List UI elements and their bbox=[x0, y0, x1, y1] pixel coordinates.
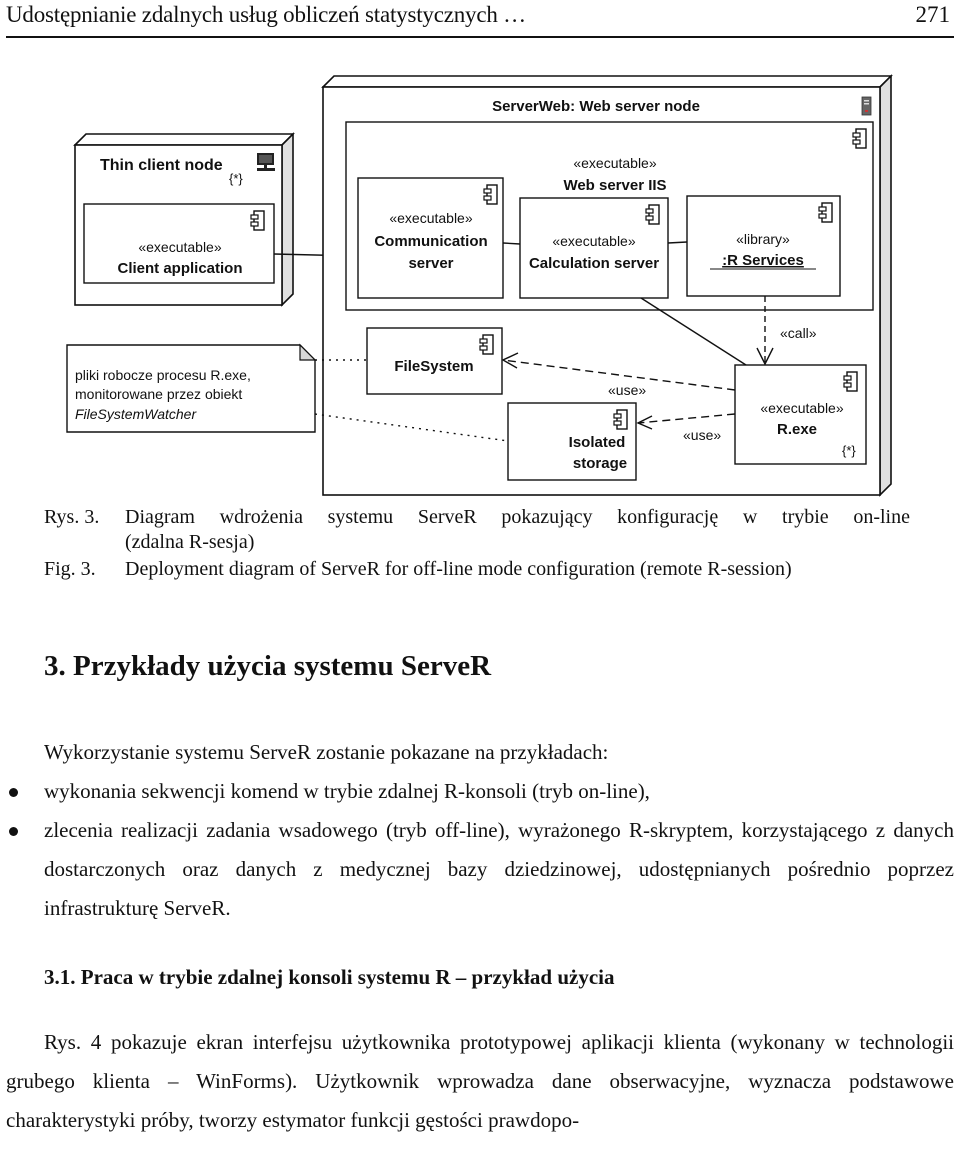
note-line2: monitorowane przez obiekt bbox=[75, 386, 242, 402]
deployment-diagram: Thin client node {*} «executable» Client… bbox=[66, 74, 893, 497]
bullet-icon bbox=[9, 827, 18, 836]
note-line3: FileSystemWatcher bbox=[75, 406, 197, 422]
use-label-isolated-storage: «use» bbox=[683, 427, 721, 443]
server-web-node: ServerWeb: Web server node «executable» … bbox=[321, 74, 893, 497]
web-server-name: Web server IIS bbox=[563, 177, 666, 194]
page-number: 271 bbox=[915, 2, 951, 27]
r-services-name: :R Services bbox=[722, 252, 804, 269]
caption-en: Fig. 3. Deployment diagram of ServeR for… bbox=[44, 557, 924, 583]
r-exe-component: «executable» R.exe {*} bbox=[734, 364, 867, 465]
bullet-item: zlecenia realizacji zadania wsadowego (t… bbox=[0, 811, 960, 931]
isolated-storage-name-line1: Isolated bbox=[569, 434, 626, 451]
calculation-server-stereotype: «executable» bbox=[552, 233, 636, 249]
bullet-item: wykonania sekwencji komend w trybie zdal… bbox=[0, 772, 960, 812]
r-services-component: «library» :R Services bbox=[686, 195, 841, 297]
bullet-icon bbox=[9, 788, 18, 797]
caption-pl-line1: Diagram wdrożenia systemu ServeR pokazuj… bbox=[125, 506, 910, 528]
calculation-server-name: Calculation server bbox=[529, 255, 659, 272]
bullet-text: wykonania sekwencji komend w trybie zdal… bbox=[44, 779, 650, 803]
calc-rservices-link bbox=[667, 241, 688, 244]
section-heading: 3. Przykłady użycia systemu ServeR bbox=[44, 650, 492, 682]
comm-calc-link bbox=[502, 242, 521, 245]
caption-pl-label: Rys. 3. bbox=[44, 506, 100, 528]
note: pliki robocze procesu R.exe, monitorowan… bbox=[66, 343, 317, 433]
body-paragraph: Rys. 4 pokazuje ekran interfejsu użytkow… bbox=[6, 1030, 954, 1132]
isolated-storage-component: Isolated storage bbox=[507, 402, 637, 481]
caption-en-label: Fig. 3. bbox=[44, 558, 96, 580]
calculation-server-component: «executable» Calculation server bbox=[519, 197, 669, 299]
communication-server-name-line1: Communication bbox=[374, 233, 487, 250]
client-application-component: «executable» Client application bbox=[83, 203, 275, 284]
web-server-iis-component: «executable» Web server IIS «executable»… bbox=[345, 121, 874, 311]
communication-server-component: «executable» Communication server bbox=[357, 177, 504, 299]
server-tower-icon bbox=[861, 96, 872, 116]
computer-icon bbox=[257, 153, 275, 171]
client-application-stereotype: «executable» bbox=[138, 239, 222, 255]
thin-client-node-title: Thin client node bbox=[100, 157, 223, 174]
client-application-name: Client application bbox=[117, 260, 242, 277]
use-label-filesystem: «use» bbox=[608, 382, 646, 398]
caption-pl-line2: (zdalna R-sesja) bbox=[125, 531, 255, 553]
r-exe-multiplicity: {*} bbox=[842, 443, 856, 458]
thin-client-node: Thin client node {*} «executable» Client… bbox=[73, 132, 295, 307]
call-label: «call» bbox=[780, 325, 817, 341]
communication-server-name-line2: server bbox=[408, 255, 453, 272]
server-node-title: ServerWeb: Web server node bbox=[492, 98, 700, 115]
section-intro: Wykorzystanie systemu ServeR zostanie po… bbox=[44, 740, 609, 764]
r-exe-stereotype: «executable» bbox=[760, 400, 844, 416]
filesystem-name: FileSystem bbox=[394, 358, 473, 375]
bullet-text: zlecenia realizacji zadania wsadowego (t… bbox=[44, 818, 954, 920]
running-title: Udostępnianie zdalnych usług obliczeń st… bbox=[6, 2, 526, 27]
isolated-storage-name-line2: storage bbox=[573, 455, 627, 472]
thin-client-multiplicity: {*} bbox=[229, 171, 243, 186]
caption-en-text: Deployment diagram of ServeR for off-lin… bbox=[125, 558, 792, 580]
subsection-heading: 3.1. Praca w trybie zdalnej konsoli syst… bbox=[44, 965, 615, 989]
r-exe-name: R.exe bbox=[777, 421, 817, 438]
running-header: Udostępnianie zdalnych usług obliczeń st… bbox=[6, 0, 954, 38]
web-server-stereotype: «executable» bbox=[573, 155, 657, 171]
r-services-stereotype: «library» bbox=[736, 231, 790, 247]
note-line1: pliki robocze procesu R.exe, bbox=[75, 367, 251, 383]
filesystem-component: FileSystem bbox=[366, 327, 503, 395]
communication-server-stereotype: «executable» bbox=[389, 210, 473, 226]
caption-pl: Rys. 3. Diagram wdrożenia systemu ServeR… bbox=[44, 505, 924, 555]
